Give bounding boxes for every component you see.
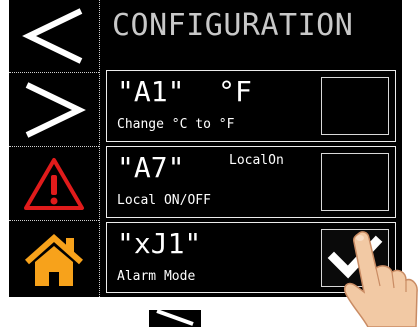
param-checkbox[interactable] (321, 77, 389, 135)
param-code: "A7" (117, 151, 185, 184)
alarm-button[interactable] (9, 148, 99, 221)
chevron-left-icon (22, 8, 83, 64)
param-value: LocalOn (229, 153, 284, 168)
pointing-hand-icon (344, 231, 418, 327)
home-icon (25, 233, 83, 286)
param-description: Change °C to °F (117, 117, 235, 132)
page-title: CONFIGURATION (112, 8, 354, 43)
param-description: Local ON/OFF (117, 193, 211, 208)
chevron-right-icon (149, 310, 201, 327)
chevron-right-icon (25, 82, 86, 138)
home-button[interactable] (9, 222, 99, 297)
param-row-a1[interactable]: "A1" °F Change °C to °F (106, 70, 396, 142)
param-code: "A1" °F (117, 75, 252, 108)
next-button[interactable] (9, 74, 99, 147)
param-row-a7[interactable]: "A7" LocalOn Local ON/OFF (106, 146, 396, 218)
sidebar-divider (99, 0, 100, 297)
warning-icon (24, 158, 84, 210)
param-description: Alarm Mode (117, 269, 196, 284)
param-code: "xJ1" (117, 227, 202, 260)
param-checkbox[interactable] (321, 153, 389, 211)
back-button[interactable] (9, 0, 99, 73)
sidebar (9, 0, 99, 297)
